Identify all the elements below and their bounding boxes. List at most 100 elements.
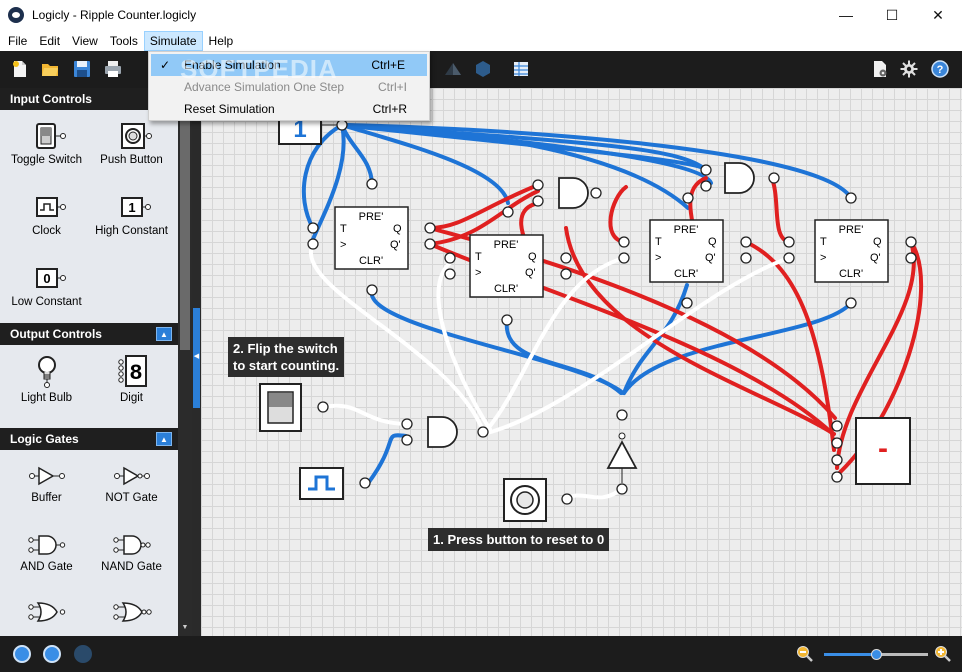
and-gate-2[interactable] (724, 162, 755, 194)
flipflop-clr-label: CLR' (674, 268, 698, 280)
and-gate-3[interactable] (427, 416, 458, 448)
palette-digit[interactable]: 8 Digit (89, 354, 174, 404)
t-flipflop-2[interactable]: PRE' CLR' T > Q Q' (469, 234, 544, 298)
clock-icon (35, 197, 66, 217)
svg-text:?: ? (937, 64, 944, 76)
print-icon[interactable] (104, 60, 122, 78)
zoom-slider[interactable] (824, 649, 928, 660)
toggle-switch-component[interactable] (259, 383, 302, 432)
scrollbar-thumb[interactable] (180, 90, 190, 350)
window-title: Logicly - Ripple Counter.logicly (32, 8, 197, 22)
flipflop-q-label: Q (393, 223, 402, 235)
flipflop-clk-label: > (820, 252, 826, 264)
palette-nand-gate[interactable]: NAND Gate (89, 533, 174, 573)
zoom-out-icon[interactable] (796, 645, 814, 663)
zoom-in-icon[interactable] (934, 645, 952, 663)
rotate-shape-icon[interactable] (444, 60, 462, 78)
digit-icon: 8 (117, 355, 147, 387)
menu-simulate[interactable]: Simulate (143, 30, 203, 51)
maximize-button[interactable]: ☐ (869, 0, 915, 30)
palette-item-label: Buffer (31, 492, 62, 504)
flipflop-t-label: T (475, 251, 482, 263)
menu-item-enable-simulation[interactable]: ✓ Enable Simulation Ctrl+E (151, 54, 427, 76)
pause-button[interactable] (43, 645, 61, 663)
palette-low-constant[interactable]: 0 Low Constant (4, 264, 89, 308)
t-flipflop-1[interactable]: PRE' CLR' T > Q Q' (334, 206, 409, 270)
not-gate[interactable] (606, 432, 638, 483)
flipflop-pre-label: PRE' (494, 239, 519, 251)
palette-high-constant[interactable]: 1 High Constant (89, 193, 174, 237)
clock-component[interactable] (299, 467, 344, 500)
nand-gate-icon (112, 535, 151, 555)
open-folder-icon[interactable] (41, 60, 59, 78)
and-gate-1[interactable] (558, 177, 589, 209)
not-gate-icon (113, 466, 150, 486)
menu-tools[interactable]: Tools (104, 31, 144, 51)
minimize-button[interactable]: — (823, 0, 869, 30)
push-button-component[interactable] (503, 478, 547, 522)
flipflop-qn-label: Q' (870, 252, 881, 264)
menu-item-label: Advance Simulation One Step (184, 80, 345, 94)
help-icon[interactable]: ? (931, 60, 949, 78)
menu-item-advance-simulation[interactable]: Advance Simulation One Step Ctrl+I (149, 76, 429, 98)
menu-file[interactable]: File (2, 31, 33, 51)
palette-item-label: Toggle Switch (11, 154, 82, 166)
flipflop-t-label: T (820, 236, 827, 248)
simulation-controls-bar (0, 636, 962, 672)
save-icon[interactable] (73, 60, 91, 78)
close-button[interactable]: ✕ (915, 0, 961, 30)
toolbar: ? (0, 51, 962, 88)
palette-toggle-switch[interactable]: Toggle Switch (4, 122, 89, 166)
palette-item-label: Light Bulb (20, 392, 73, 404)
t-flipflop-3[interactable]: PRE' CLR' T > Q Q' (649, 219, 724, 283)
palette-not-gate[interactable]: NOT Gate (89, 464, 174, 504)
menu-item-label: Reset Simulation (184, 102, 275, 116)
digit-display-value: - (878, 432, 888, 465)
collapse-output-controls-button[interactable]: ▲ (156, 327, 172, 341)
palette-item-label: Push Button (100, 154, 163, 166)
panel-splitter[interactable]: ◀ (192, 88, 201, 636)
document-settings-icon[interactable] (871, 60, 889, 78)
gear-icon[interactable] (900, 60, 918, 78)
new-file-icon[interactable] (11, 60, 29, 78)
hexagon-shape-icon[interactable] (474, 60, 492, 78)
palette-nor-gate[interactable] (89, 600, 174, 628)
flipflop-q-label: Q (528, 251, 537, 263)
palette-push-button[interactable]: Push Button (89, 122, 174, 166)
collapse-logic-gates-button[interactable]: ▲ (156, 432, 172, 446)
toggle-switch-icon (35, 123, 66, 149)
menu-item-shortcut: Ctrl+E (371, 58, 405, 72)
section-header-logic-gates[interactable]: Logic Gates ▲ (0, 428, 178, 450)
high-constant-icon: 1 (120, 197, 151, 217)
section-header-output-controls[interactable]: Output Controls ▲ (0, 323, 178, 345)
palette-item-label: AND Gate (20, 561, 73, 573)
instruction-note-reset: 1. Press button to reset to 0 (428, 528, 610, 551)
record-indicator[interactable] (74, 645, 92, 663)
palette-and-gate[interactable]: AND Gate (4, 533, 89, 573)
palette-item-label: NOT Gate (105, 492, 158, 504)
palette-light-bulb[interactable]: Light Bulb (4, 354, 89, 404)
flipflop-pre-label: PRE' (674, 224, 699, 236)
menu-item-reset-simulation[interactable]: Reset Simulation Ctrl+R (149, 98, 429, 120)
menu-view[interactable]: View (66, 31, 104, 51)
collapse-panel-grip[interactable]: ◀ (193, 308, 200, 408)
menu-item-shortcut: Ctrl+R (372, 102, 407, 116)
t-flipflop-4[interactable]: PRE' CLR' T > Q Q' (814, 219, 889, 283)
buffer-gate-icon (28, 466, 65, 486)
palette-or-gate[interactable] (4, 600, 89, 628)
palette-scrollbar[interactable]: ▲ ▼ (178, 88, 192, 636)
palette-buffer[interactable]: Buffer (4, 464, 89, 504)
table-icon[interactable] (512, 60, 530, 78)
zoom-slider-thumb[interactable] (871, 649, 882, 660)
menu-edit[interactable]: Edit (33, 31, 66, 51)
scroll-down-arrow-icon[interactable]: ▼ (178, 624, 192, 636)
flipflop-pre-label: PRE' (359, 211, 384, 223)
flipflop-q-label: Q (708, 236, 717, 248)
instruction-note-flip-switch: 2. Flip the switch to start counting. (228, 337, 345, 377)
palette-clock[interactable]: Clock (4, 193, 89, 237)
title-bar: Logicly - Ripple Counter.logicly — ☐ ✕ (0, 0, 962, 30)
circuit-canvas[interactable]: 1 PRE' CLR' T > Q Q' PRE' CLR' T > Q Q' … (201, 88, 962, 636)
step-back-button[interactable] (13, 645, 31, 663)
menu-help[interactable]: Help (203, 31, 240, 51)
digit-display-component[interactable]: - (855, 417, 911, 485)
